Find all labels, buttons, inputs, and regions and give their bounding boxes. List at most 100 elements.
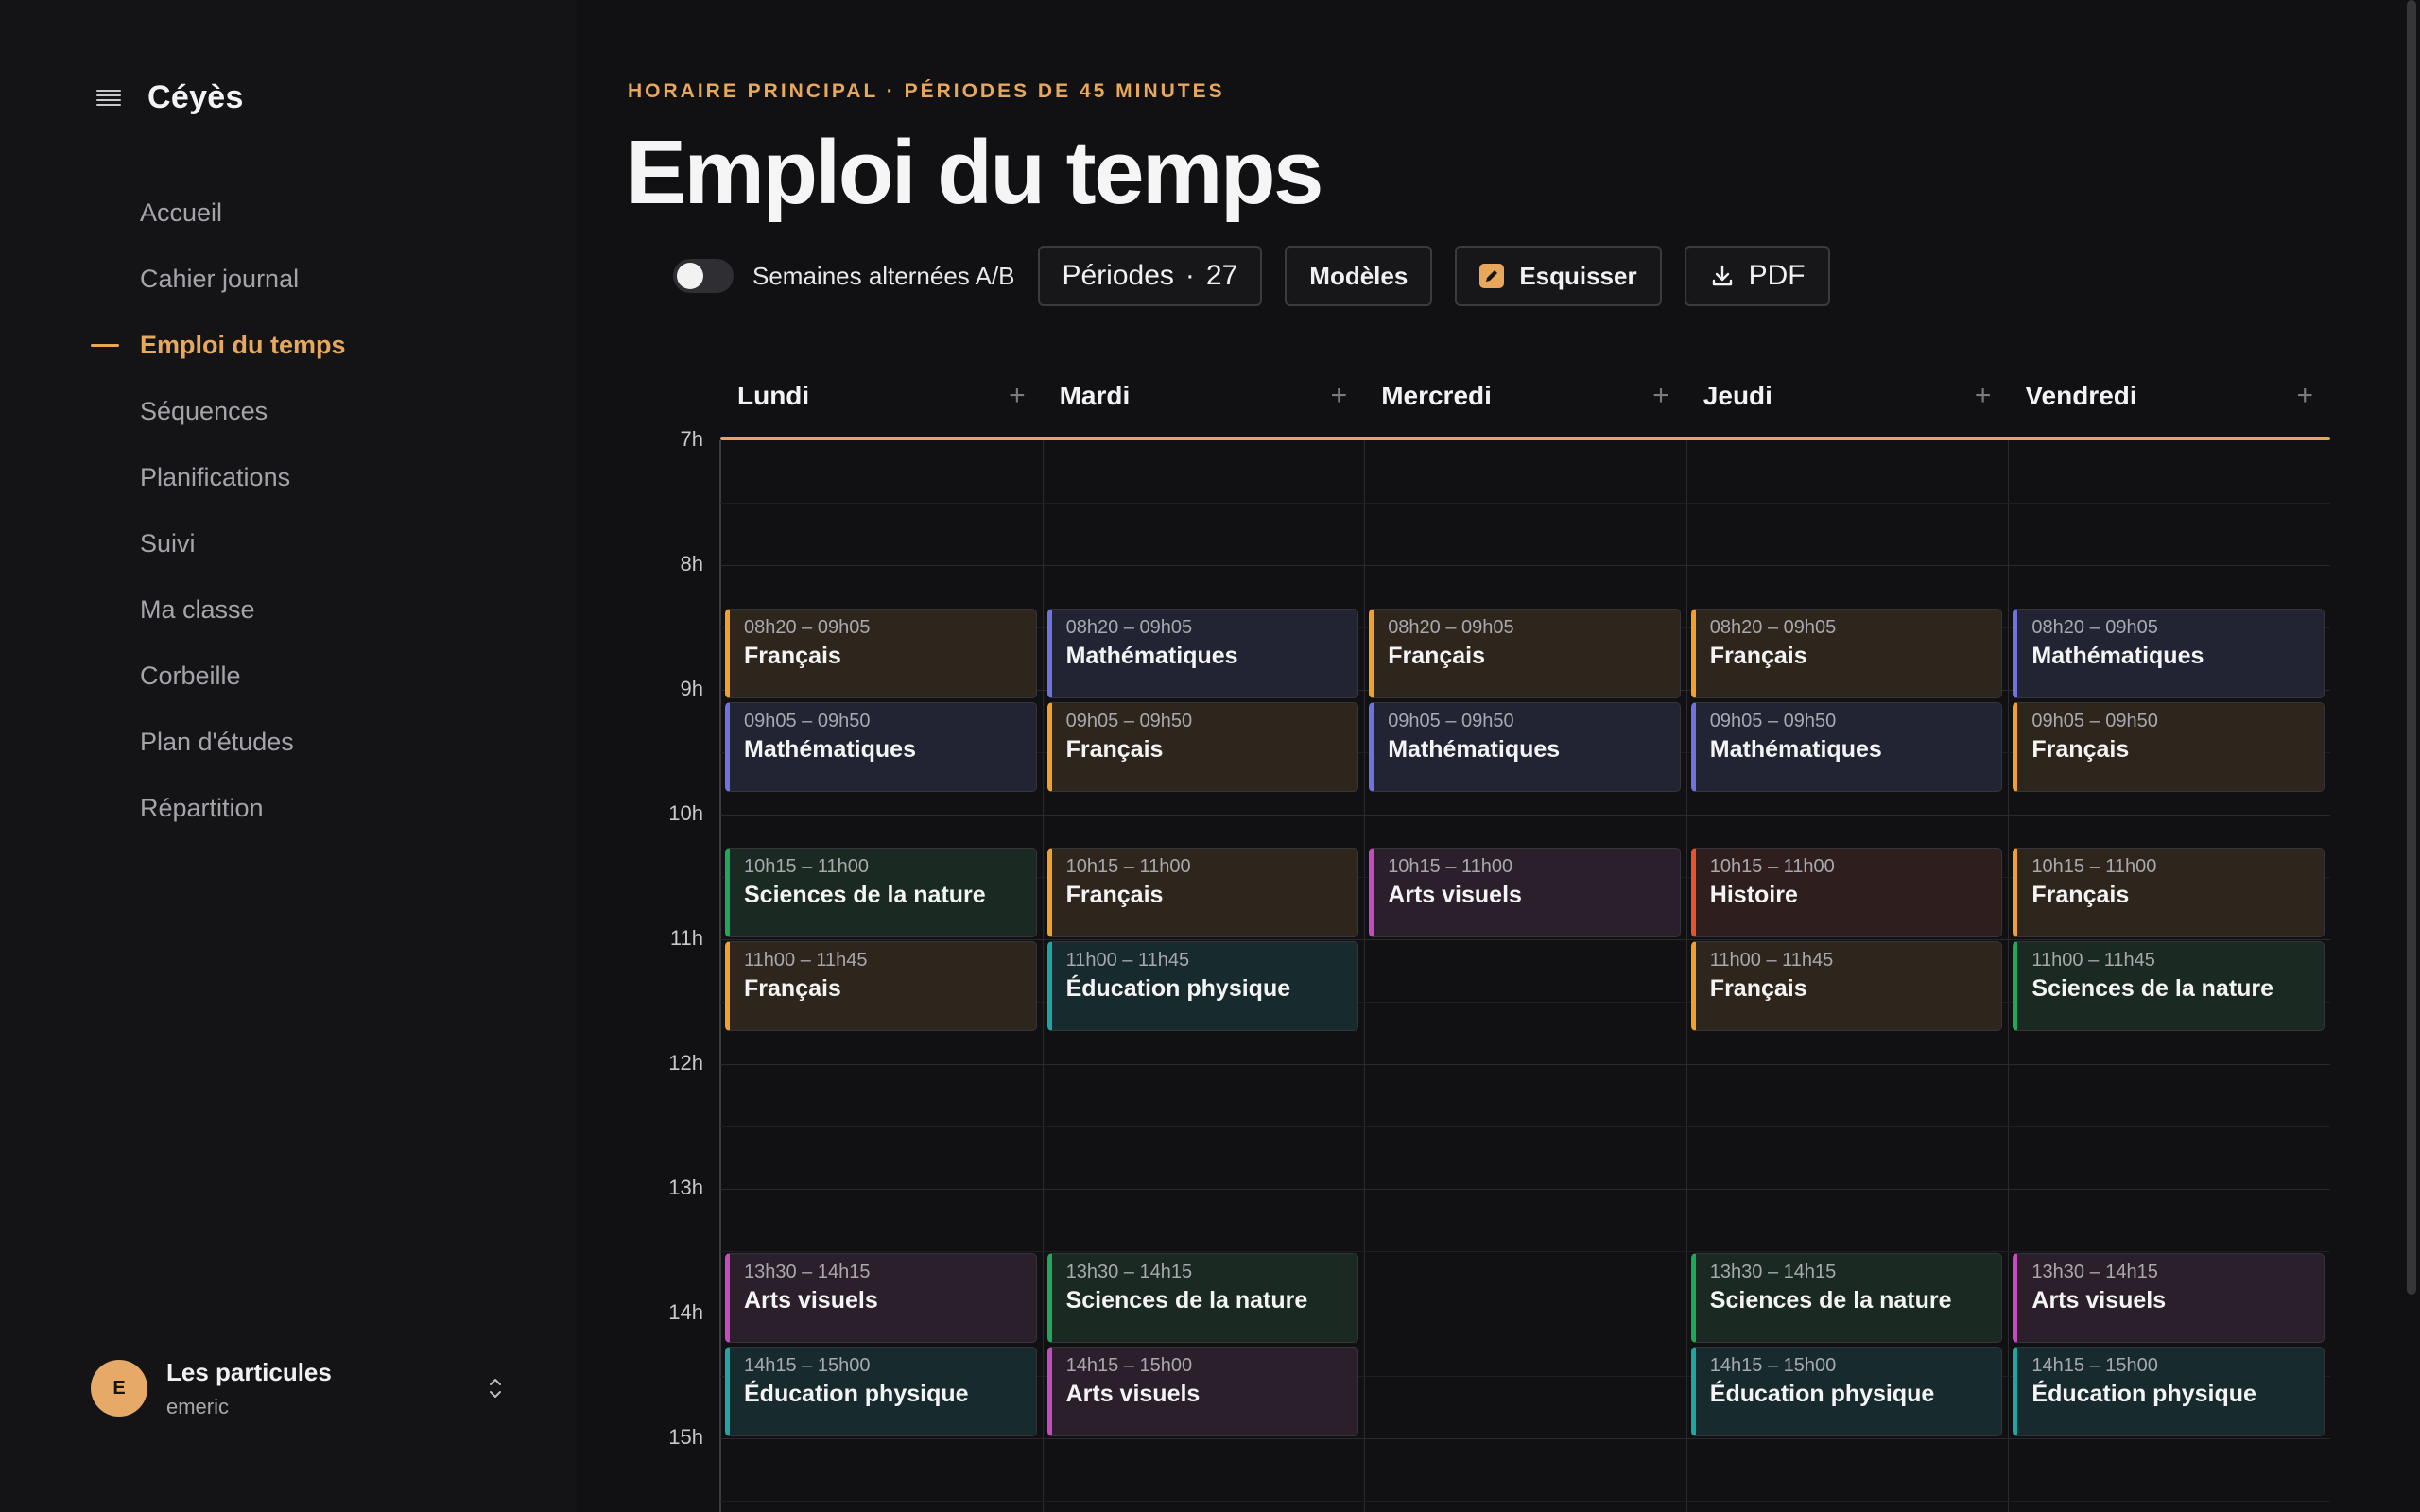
lesson-time: 14h15 – 15h00 bbox=[1709, 1355, 1837, 1376]
lesson-block[interactable]: 08h20 – 09h05 Français bbox=[725, 609, 1037, 698]
lesson-block[interactable]: 13h30 – 14h15 Sciences de la nature bbox=[1690, 1253, 2003, 1343]
lesson-subject: Français bbox=[2031, 882, 2130, 908]
brand: Céyès bbox=[95, 79, 244, 116]
sidebar-item-10[interactable]: Répartition bbox=[0, 775, 577, 841]
lesson-time: 08h20 – 09h05 bbox=[1709, 617, 1837, 638]
lesson-block[interactable]: 09h05 – 09h50 Mathématiques bbox=[1690, 702, 2003, 792]
lesson-block[interactable]: 08h20 – 09h05 Mathématiques bbox=[1046, 609, 1359, 698]
add-period-icon[interactable]: + bbox=[1009, 380, 1043, 412]
sidebar-nav: Accueil Cahier journal Emploi du temps Séqu… bbox=[0, 180, 577, 841]
account-username: emeric bbox=[166, 1394, 230, 1418]
lesson-time: 10h15 – 11h00 bbox=[1388, 856, 1513, 877]
lesson-block[interactable]: 09h05 – 09h50 Mathématiques bbox=[1369, 702, 1681, 792]
lesson-block[interactable]: 11h00 – 11h45 Sciences de la nature bbox=[2013, 941, 2325, 1031]
lesson-block[interactable]: 14h15 – 15h00 Arts visuels bbox=[1046, 1347, 1359, 1436]
sidebar-item-3[interactable]: Emploi du temps bbox=[0, 312, 577, 378]
lesson-block[interactable]: 13h30 – 14h15 Sciences de la nature bbox=[1046, 1253, 1359, 1343]
lesson-time: 09h05 – 09h50 bbox=[1709, 711, 1837, 731]
sidebar-item-9[interactable]: Plan d'études bbox=[0, 709, 577, 775]
lesson-block[interactable]: 13h30 – 14h15 Arts visuels bbox=[725, 1253, 1037, 1343]
menu-icon[interactable] bbox=[95, 87, 123, 110]
periods-separator: · bbox=[1184, 260, 1195, 291]
models-button[interactable]: Modèles bbox=[1285, 246, 1433, 306]
sidebar: Céyès Accueil Cahier journal Emploi du tem… bbox=[0, 0, 577, 1512]
lesson-block[interactable]: 08h20 – 09h05 Français bbox=[1369, 609, 1681, 698]
column-divider bbox=[1685, 440, 1687, 1512]
lesson-time: 10h15 – 11h00 bbox=[1065, 856, 1191, 877]
lesson-block[interactable]: 09h05 – 09h50 Mathématiques bbox=[725, 702, 1037, 792]
add-period-icon[interactable]: + bbox=[2296, 380, 2330, 412]
lesson-time: 13h30 – 14h15 bbox=[1709, 1262, 1837, 1282]
sidebar-item-4[interactable]: Séquences bbox=[0, 378, 577, 444]
lesson-block[interactable]: 10h15 – 11h00 Arts visuels bbox=[1369, 848, 1681, 937]
column-divider bbox=[1042, 440, 1044, 1512]
lesson-block[interactable]: 14h15 – 15h00 Éducation physique bbox=[725, 1347, 1037, 1436]
lesson-time: 09h05 – 09h50 bbox=[1388, 711, 1514, 731]
lesson-subject: Éducation physique bbox=[2031, 1381, 2256, 1407]
lesson-block[interactable]: 10h15 – 11h00 Français bbox=[2013, 848, 2325, 937]
sidebar-item-1[interactable]: Accueil bbox=[0, 180, 577, 246]
lesson-block[interactable]: 08h20 – 09h05 Français bbox=[1690, 609, 2003, 698]
lesson-block[interactable]: 10h15 – 11h00 Sciences de la nature bbox=[725, 848, 1037, 937]
scrollbar[interactable] bbox=[2407, 0, 2416, 1295]
account-switcher[interactable]: E Les particules emeric bbox=[91, 1357, 507, 1419]
half-hour-gridline bbox=[720, 1501, 2330, 1502]
hour-label: 15h bbox=[668, 1425, 703, 1449]
pdf-button[interactable]: PDF bbox=[1684, 246, 1830, 306]
lesson-block[interactable]: 10h15 – 11h00 Histoire bbox=[1690, 848, 2003, 937]
lesson-block[interactable]: 11h00 – 11h45 Français bbox=[725, 941, 1037, 1031]
add-period-icon[interactable]: + bbox=[1975, 380, 2009, 412]
time-axis bbox=[719, 440, 721, 1512]
half-hour-gridline bbox=[720, 1126, 2330, 1127]
sidebar-item-5[interactable]: Planifications bbox=[0, 444, 577, 510]
account-name: Les particules bbox=[166, 1357, 332, 1386]
half-hour-gridline bbox=[720, 1251, 2330, 1252]
lesson-block[interactable]: 09h05 – 09h50 Français bbox=[1046, 702, 1359, 792]
column-divider bbox=[1364, 440, 1366, 1512]
chevron-up-down-icon[interactable] bbox=[484, 1374, 507, 1402]
lesson-time: 09h05 – 09h50 bbox=[1065, 711, 1193, 731]
download-icon bbox=[1712, 265, 1732, 286]
lesson-subject: Français bbox=[1388, 643, 1486, 669]
lesson-block[interactable]: 10h15 – 11h00 Français bbox=[1046, 848, 1359, 937]
hour-label: 11h bbox=[669, 926, 703, 950]
lesson-block[interactable]: 09h05 – 09h50 Français bbox=[2013, 702, 2325, 792]
lesson-block[interactable]: 14h15 – 15h00 Éducation physique bbox=[1690, 1347, 2003, 1436]
periods-button[interactable]: Périodes · 27 bbox=[1037, 246, 1263, 306]
lesson-time: 08h20 – 09h05 bbox=[1065, 617, 1193, 638]
lesson-subject: Éducation physique bbox=[1709, 1381, 1935, 1407]
lesson-block[interactable]: 13h30 – 14h15 Arts visuels bbox=[2013, 1253, 2325, 1343]
sidebar-item-2[interactable]: Cahier journal bbox=[0, 246, 577, 312]
lesson-block[interactable]: 11h00 – 11h45 Éducation physique bbox=[1046, 941, 1359, 1031]
sidebar-item-8[interactable]: Corbeille bbox=[0, 643, 577, 709]
hour-gridline bbox=[720, 565, 2330, 566]
lesson-time: 09h05 – 09h50 bbox=[2031, 711, 2158, 731]
lesson-time: 11h00 – 11h45 bbox=[744, 950, 868, 971]
sketch-button[interactable]: Esquisser bbox=[1455, 246, 1662, 306]
half-hour-gridline bbox=[720, 503, 2330, 504]
toolbar: Semaines alternées A/B Périodes · 27 Mod… bbox=[673, 246, 1853, 306]
lesson-time: 08h20 – 09h05 bbox=[2031, 617, 2158, 638]
add-period-icon[interactable]: + bbox=[1652, 380, 1686, 412]
lesson-block[interactable]: 14h15 – 15h00 Éducation physique bbox=[2013, 1347, 2325, 1436]
hour-gridline bbox=[720, 815, 2330, 816]
hour-gridline bbox=[720, 1064, 2330, 1065]
sidebar-item-7[interactable]: Ma classe bbox=[0, 576, 577, 643]
hour-gridline bbox=[720, 939, 2330, 940]
day-header: Mercredi + bbox=[1364, 369, 1686, 423]
lesson-time: 14h15 – 15h00 bbox=[1065, 1355, 1193, 1376]
day-name: Jeudi bbox=[1703, 381, 1772, 410]
lesson-block[interactable]: 11h00 – 11h45 Français bbox=[1690, 941, 2003, 1031]
lesson-time: 13h30 – 14h15 bbox=[744, 1262, 871, 1282]
lesson-block[interactable]: 08h20 – 09h05 Mathématiques bbox=[2013, 609, 2325, 698]
page-eyebrow: HORAIRE PRINCIPAL · PÉRIODES DE 45 MINUT… bbox=[628, 80, 1225, 102]
ab-weeks-toggle[interactable] bbox=[673, 259, 734, 293]
lesson-subject: Arts visuels bbox=[2031, 1287, 2167, 1314]
lesson-time: 10h15 – 11h00 bbox=[2031, 856, 2157, 877]
hour-label: 7h bbox=[680, 427, 703, 451]
add-period-icon[interactable]: + bbox=[1331, 380, 1365, 412]
lesson-subject: Sciences de la nature bbox=[744, 882, 986, 908]
lesson-subject: Sciences de la nature bbox=[1065, 1287, 1308, 1314]
page-title: Emploi du temps bbox=[626, 122, 1323, 223]
sidebar-item-6[interactable]: Suivi bbox=[0, 510, 577, 576]
